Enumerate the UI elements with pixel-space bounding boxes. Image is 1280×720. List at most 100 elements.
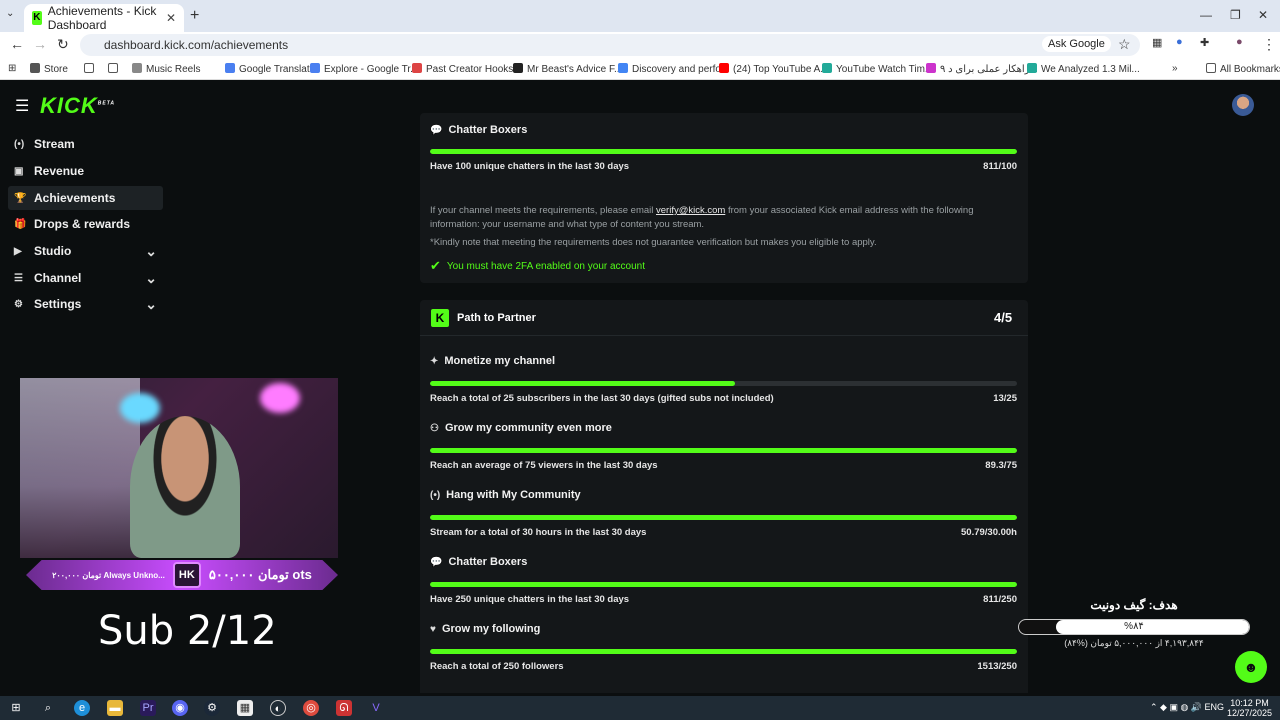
bookmark-item[interactable] xyxy=(84,63,98,75)
achievement-value: 89.3/75 xyxy=(985,460,1017,471)
file-explorer-icon[interactable]: ▬ xyxy=(107,700,123,716)
forward-icon[interactable]: → xyxy=(33,36,47,52)
restore-icon[interactable]: ❐ xyxy=(1230,8,1241,22)
windows-start-icon[interactable]: ⊞ xyxy=(8,700,24,716)
taskbar-clock[interactable]: 10:12 PM 12/27/2025 xyxy=(1227,698,1272,718)
sidebar-item-label: Settings xyxy=(34,297,82,311)
reload-icon[interactable]: ↻ xyxy=(57,36,69,53)
bookmark-item[interactable]: Past Creator Hooks... xyxy=(412,63,522,75)
beta-badge: BETA xyxy=(97,100,116,107)
achievement-progress-fill xyxy=(430,582,1017,587)
chrome-icon[interactable]: ◎ xyxy=(303,700,319,716)
bookmark-favicon-icon xyxy=(926,63,936,73)
chevron-down-icon[interactable]: ⌄ xyxy=(145,270,157,287)
hk-logo: HK xyxy=(172,562,201,588)
bookmarks-bar: ⊞ Store Music Reels Google Translate Explor… xyxy=(0,58,1280,80)
premiere-icon[interactable]: Pr xyxy=(140,700,156,716)
chevron-down-icon[interactable]: ⌄ xyxy=(145,296,157,313)
bookmark-favicon-icon xyxy=(108,63,118,73)
bookmark-item[interactable]: Music Reels xyxy=(132,63,200,75)
bookmark-label: Discovery and perfo... xyxy=(632,64,730,75)
system-tray[interactable]: ⌃ ◆ ▣ ◍ 🔊 ENG xyxy=(1150,702,1224,713)
hamburger-menu-icon[interactable]: ☰ xyxy=(15,96,29,116)
sidebar-item-stream[interactable]: (•) Stream xyxy=(8,132,163,156)
tab-search-icon[interactable]: ⌄ xyxy=(6,8,14,19)
bookmark-label: Music Reels xyxy=(146,64,201,75)
profile-icon[interactable]: ● xyxy=(1236,36,1243,48)
kick-k-icon: K xyxy=(431,309,449,327)
achievement-value: 13/25 xyxy=(993,393,1017,404)
sidebar-item-drops-rewards[interactable]: 🎁 Drops & rewards xyxy=(8,212,163,236)
search-icon[interactable]: ⌕ xyxy=(40,700,56,716)
kick-logo[interactable]: KICKBETA xyxy=(40,93,115,119)
new-tab-icon[interactable]: + xyxy=(190,7,199,25)
bookmark-item[interactable]: ۹ راهکار عملی برای د... xyxy=(926,63,1038,75)
achievement-desc: Reach an average of 75 viewers in the la… xyxy=(430,460,658,471)
bookmark-item[interactable]: (24) Top YouTube A... xyxy=(719,63,829,75)
extension-icon[interactable]: ▦ xyxy=(1152,36,1162,49)
sidebar-item-settings[interactable]: ⚙ Settings ⌄ xyxy=(8,292,163,316)
menu-dots-icon[interactable]: ⋮ xyxy=(1262,36,1276,53)
sparkle-icon: ✦ xyxy=(430,355,439,367)
bookmark-item[interactable]: Store xyxy=(30,63,68,75)
sidebar-item-revenue[interactable]: ▣ Revenue xyxy=(8,159,163,183)
sidebar-item-achievements[interactable]: 🏆 Achievements xyxy=(8,186,163,210)
vegas-icon[interactable]: V xyxy=(368,700,384,716)
bookmark-item[interactable]: We Analyzed 1.3 Mil... xyxy=(1027,63,1140,75)
sidebar-item-channel[interactable]: ☰ Channel ⌄ xyxy=(8,266,163,290)
browser-tab[interactable]: K Achievements - Kick Dashboard ✕ xyxy=(24,4,184,32)
chat-icon: 💬 xyxy=(430,124,443,136)
steam-icon[interactable]: ⚙ xyxy=(204,700,220,716)
verification-disclaimer: *Kindly note that meeting the requiremen… xyxy=(430,237,877,248)
streamer xyxy=(130,416,240,558)
app-icon[interactable]: ᘏ xyxy=(336,700,352,716)
bookmark-item[interactable]: YouTube Watch Tim... xyxy=(822,63,933,75)
bookmark-item[interactable]: Google Translate xyxy=(225,63,315,75)
support-chat-button[interactable]: ☻ xyxy=(1235,651,1267,683)
edge-icon[interactable]: e xyxy=(74,700,90,716)
achievement-desc: Reach a total of 25 subscribers in the l… xyxy=(430,393,774,404)
donate-amount: ۴,۱۹۳,۸۴۴ از ۵,۰۰۰,۰۰۰ تومان (%۸۴) xyxy=(1064,638,1204,648)
verify-email-link[interactable]: verify@kick.com xyxy=(656,205,725,216)
url-text: dashboard.kick.com/achievements xyxy=(104,38,289,52)
bookmark-item[interactable]: Explore - Google Tr... xyxy=(310,63,419,75)
achievement-title: 💬 Chatter Boxers xyxy=(430,556,527,568)
gear-icon: ⚙ xyxy=(14,298,23,310)
achievement-title: ✦ Monetize my channel xyxy=(430,355,555,367)
achievement-title: ♥ Grow my following xyxy=(430,623,540,635)
heart-icon: ♥ xyxy=(430,623,436,635)
achievement-value: 1513/250 xyxy=(977,661,1017,672)
chevron-down-icon[interactable]: ⌄ xyxy=(145,243,157,260)
verification-chatter-title: 💬 Chatter Boxers xyxy=(430,124,527,136)
obs-icon[interactable]: ◐ xyxy=(270,700,286,716)
extensions-puzzle-icon[interactable]: ✚ xyxy=(1200,36,1209,49)
extension-icon-2[interactable]: ● xyxy=(1176,36,1183,48)
broadcast-icon: (•) xyxy=(430,489,441,501)
url-input[interactable]: dashboard.kick.com/achievements xyxy=(80,34,1140,56)
input-language: ENG xyxy=(1204,702,1225,712)
minimize-icon[interactable]: — xyxy=(1200,8,1212,22)
bookmark-item[interactable] xyxy=(108,63,122,75)
ask-google-button[interactable]: Ask Google xyxy=(1042,36,1111,52)
bookmark-label: Google Translate xyxy=(239,64,316,75)
banner-main-text: ۵۰۰,۰۰۰ تومان ots xyxy=(208,567,312,582)
achievement-value: 811/250 xyxy=(983,594,1017,605)
clock-time: 10:12 PM xyxy=(1230,698,1269,708)
discord-icon[interactable]: ◉ xyxy=(172,700,188,716)
sidebar-item-label: Achievements xyxy=(34,191,116,205)
bookmark-label: Store xyxy=(44,64,68,75)
sidebar-item-studio[interactable]: ▶ Studio ⌄ xyxy=(8,239,163,263)
bookmark-label: (24) Top YouTube A... xyxy=(733,64,829,75)
bookmark-star-icon[interactable]: ☆ xyxy=(1118,36,1131,53)
calendar-icon[interactable]: ▦ xyxy=(237,700,253,716)
donate-percent: %۸۴ xyxy=(1124,621,1144,632)
all-bookmarks-button[interactable]: All Bookmarks xyxy=(1206,63,1280,75)
close-window-icon[interactable]: ✕ xyxy=(1258,8,1268,22)
avatar[interactable] xyxy=(1232,94,1254,116)
close-tab-icon[interactable]: ✕ xyxy=(166,11,176,25)
back-icon[interactable]: ← xyxy=(10,36,24,52)
bookmark-item[interactable]: Mr Beast's Advice F... xyxy=(513,63,622,75)
bookmarks-overflow-icon[interactable]: » xyxy=(1172,63,1178,74)
apps-grid-icon[interactable]: ⊞ xyxy=(8,63,16,74)
bookmark-item[interactable]: Discovery and perfo... xyxy=(618,63,729,75)
